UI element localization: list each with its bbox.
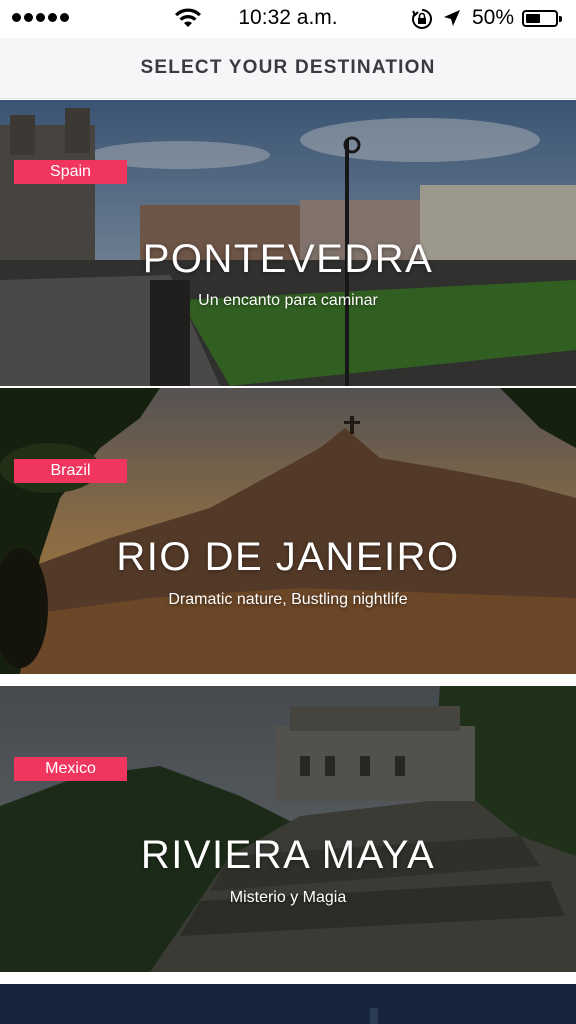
orientation-lock-icon (412, 9, 432, 29)
location-arrow-icon (444, 10, 460, 26)
status-bar: 10:32 a.m. 50% (0, 0, 576, 38)
destination-title: PONTEVEDRA (142, 237, 434, 281)
destination-title: RIVIERA MAYA (140, 833, 436, 877)
destination-subtitle: Un encanto para caminar (198, 292, 378, 309)
country-tag: Mexico (14, 757, 127, 781)
destination-subtitle: Dramatic nature, Bustling nightlife (168, 591, 408, 608)
destination-title: RIO DE JANEIRO (116, 535, 460, 579)
destination-card-partial[interactable] (0, 984, 576, 1024)
destination-card-riviera-maya[interactable]: Mexico RIVIERA MAYA Misterio y Magia (0, 686, 576, 972)
country-tag: Brazil (14, 459, 127, 483)
battery-percentage: 50% (472, 6, 515, 29)
destination-card-pontevedra[interactable]: Spain PONTEVEDRA Un encanto para caminar (0, 100, 576, 386)
country-tag: Spain (14, 160, 127, 184)
destination-card-rio-de-janeiro[interactable]: Brazil RIO DE JANEIRO Dramatic nature, B… (0, 388, 576, 674)
destination-subtitle: Misterio y Magia (229, 889, 347, 906)
page-title: SELECT YOUR DESTINATION (140, 57, 436, 78)
battery-icon (522, 10, 562, 27)
nav-bar: SELECT YOUR DESTINATION (0, 38, 576, 99)
next-destination-photo (0, 984, 576, 1024)
